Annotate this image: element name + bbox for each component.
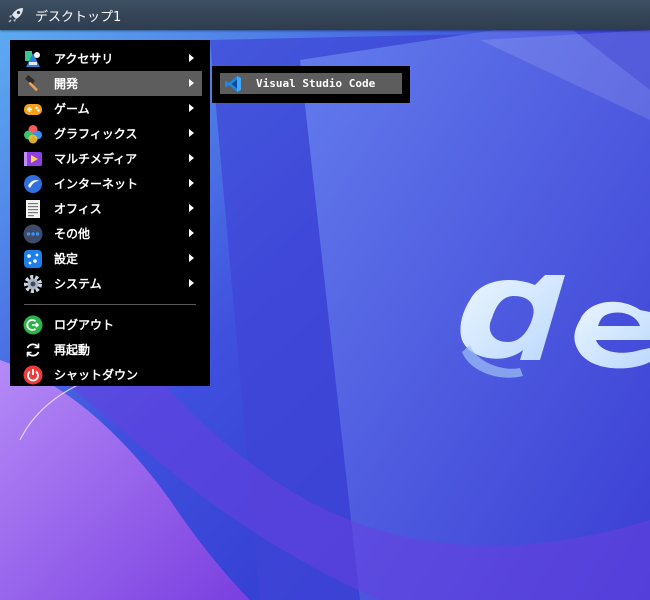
menu-item-visual-studio-code[interactable]: Visual Studio Code	[220, 73, 402, 94]
menu-item-development[interactable]: 開発	[18, 71, 202, 96]
desktop-title: デスクトップ1	[35, 9, 122, 25]
menu-item-restart[interactable]: 再起動	[18, 337, 202, 362]
rocket-icon[interactable]	[5, 4, 27, 26]
menu-item-graphics[interactable]: グラフィックス	[18, 121, 202, 146]
chevron-right-icon	[189, 204, 194, 212]
document-icon	[23, 199, 43, 219]
gamepad-icon	[23, 99, 43, 119]
power-icon	[23, 365, 43, 385]
menu-item-accessories[interactable]: アクセサリ	[18, 46, 202, 71]
accessories-icon	[23, 49, 43, 69]
chevron-right-icon	[189, 79, 194, 87]
menu-item-office[interactable]: オフィス	[18, 196, 202, 221]
menu-item-settings[interactable]: 設定	[18, 246, 202, 271]
menu-item-shutdown[interactable]: シャットダウン	[18, 362, 202, 387]
chevron-right-icon	[189, 129, 194, 137]
gear-icon	[23, 274, 43, 294]
chevron-right-icon	[189, 104, 194, 112]
chevron-right-icon	[189, 54, 194, 62]
hammer-icon	[23, 74, 43, 94]
menu-item-other[interactable]: その他	[18, 221, 202, 246]
menu-item-system[interactable]: システム	[18, 271, 202, 296]
application-menu: アクセサリ 開発 ゲーム グラフィックス マルチメディア インターネット オフィ…	[10, 40, 210, 386]
chevron-right-icon	[189, 279, 194, 287]
more-icon	[23, 224, 43, 244]
vscode-icon	[224, 75, 242, 93]
logout-icon	[23, 315, 43, 335]
menu-item-internet[interactable]: インターネット	[18, 171, 202, 196]
menu-item-logout[interactable]: ログアウト	[18, 312, 202, 337]
chevron-right-icon	[189, 229, 194, 237]
restart-icon	[23, 340, 43, 360]
top-panel: デスクトップ1	[0, 0, 650, 30]
menu-item-games[interactable]: ゲーム	[18, 96, 202, 121]
chevron-right-icon	[189, 154, 194, 162]
settings-icon	[23, 249, 43, 269]
internet-icon	[23, 174, 43, 194]
chevron-right-icon	[189, 254, 194, 262]
chevron-right-icon	[189, 179, 194, 187]
menu-item-multimedia[interactable]: マルチメディア	[18, 146, 202, 171]
development-submenu: Visual Studio Code	[212, 66, 410, 103]
multimedia-icon	[23, 149, 43, 169]
menu-separator	[24, 304, 196, 305]
graphics-icon	[23, 124, 43, 144]
